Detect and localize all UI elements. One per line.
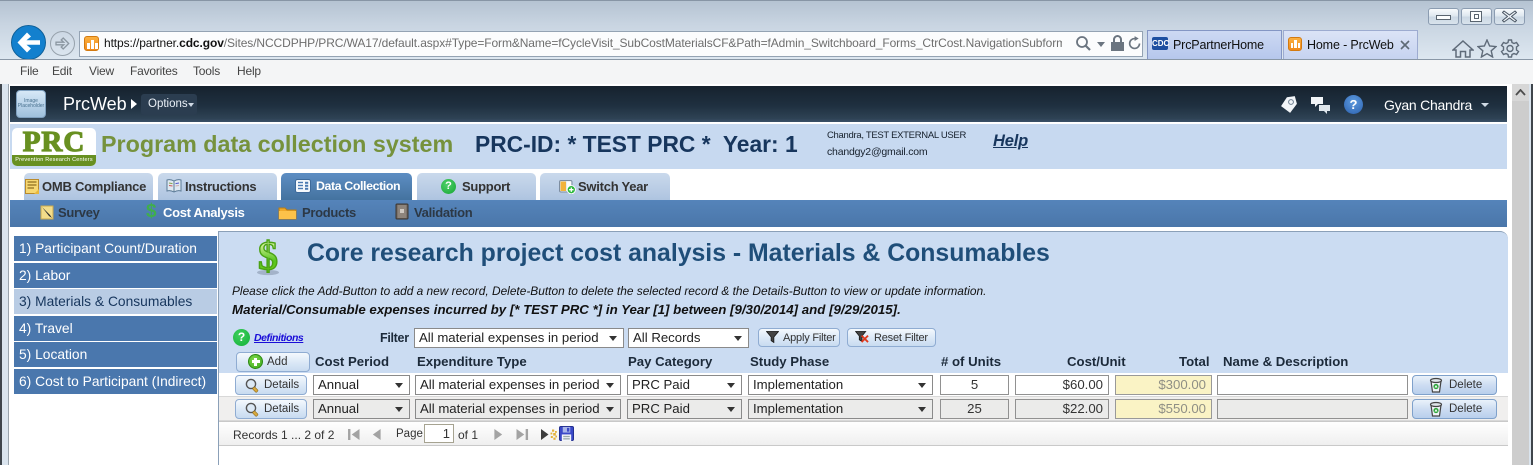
svg-text:$: $ xyxy=(258,238,278,276)
